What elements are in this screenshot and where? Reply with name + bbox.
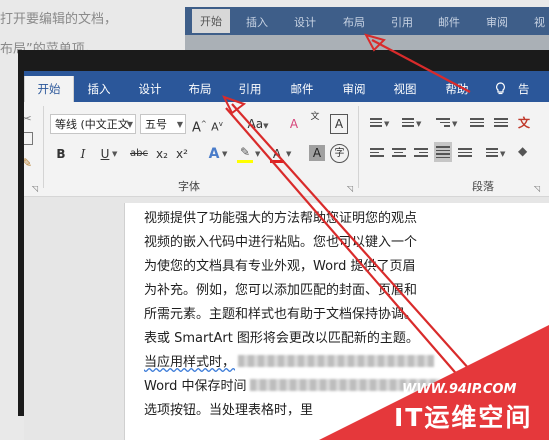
watermark-logo: IT运维空间 <box>394 403 533 432</box>
watermark-url: WWW.94IP.COM <box>402 382 517 397</box>
annotation-arrow-shaft <box>371 39 471 93</box>
